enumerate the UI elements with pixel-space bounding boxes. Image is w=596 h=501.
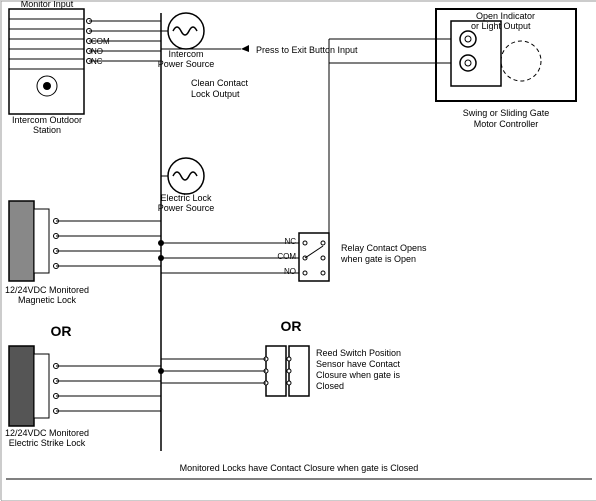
reed-switch-label: Reed Switch Position bbox=[316, 348, 401, 358]
clean-contact-label2: Lock Output bbox=[191, 89, 240, 99]
no-relay-label: NO bbox=[284, 267, 296, 276]
open-indicator-label2: or Light Output bbox=[471, 21, 531, 31]
com-relay-label: COM bbox=[277, 252, 296, 261]
electric-lock-label: Electric Lock bbox=[160, 193, 212, 203]
or1-label: OR bbox=[51, 323, 72, 339]
intercom-power-label2: Power Source bbox=[158, 59, 215, 69]
press-exit-label: Press to Exit Button Input bbox=[256, 45, 358, 55]
intercom-outdoor-label2: Station bbox=[33, 125, 61, 135]
footer-label: Monitored Locks have Contact Closure whe… bbox=[180, 463, 419, 473]
reed-switch-label3: Closure when gate is bbox=[316, 370, 401, 380]
swing-gate-label2: Motor Controller bbox=[474, 119, 539, 129]
open-indicator-label: Open Indicator bbox=[476, 11, 535, 21]
magnetic-lock-label: 12/24VDC Monitored bbox=[5, 285, 89, 295]
electric-strike-label: 12/24VDC Monitored bbox=[5, 428, 89, 438]
relay-opens-label: Relay Contact Opens bbox=[341, 243, 427, 253]
relay-opens-label2: when gate is Open bbox=[340, 254, 416, 264]
or2-label: OR bbox=[281, 318, 302, 334]
intercom-power-label: Intercom bbox=[168, 49, 203, 59]
wiring-diagram: Monitor Input COM NO NC Intercom Outdoor… bbox=[0, 0, 596, 500]
swing-gate-label: Swing or Sliding Gate bbox=[463, 108, 550, 118]
nc-relay-label: NC bbox=[284, 237, 296, 246]
electric-lock-label2: Power Source bbox=[158, 203, 215, 213]
monitor-input-label: Monitor Input bbox=[21, 1, 74, 9]
intercom-outdoor-label: Intercom Outdoor bbox=[12, 115, 82, 125]
reed-switch-label4: Closed bbox=[316, 381, 344, 391]
clean-contact-label: Clean Contact bbox=[191, 78, 249, 88]
magnetic-lock-label2: Magnetic Lock bbox=[18, 295, 77, 305]
reed-switch-label2: Sensor have Contact bbox=[316, 359, 401, 369]
electric-strike-label2: Electric Strike Lock bbox=[9, 438, 86, 448]
